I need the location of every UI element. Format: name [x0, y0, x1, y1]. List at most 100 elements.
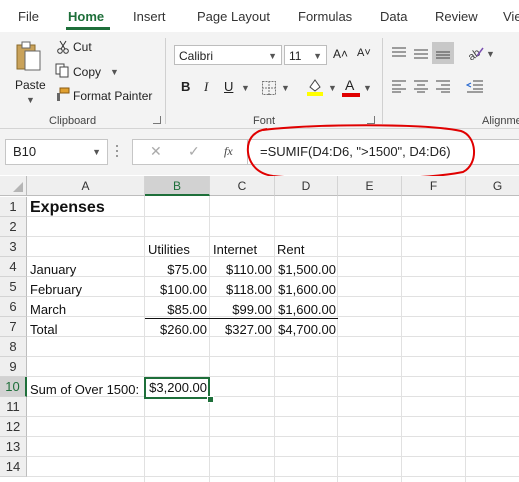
cell-d6[interactable]: $1,600.00	[275, 300, 336, 320]
tab-review[interactable]: Review	[435, 9, 478, 24]
bold-button[interactable]: B	[181, 79, 190, 94]
cell-c7[interactable]: $327.00	[210, 320, 272, 340]
cell-a6[interactable]: March	[30, 300, 66, 320]
clipboard-launcher-icon[interactable]	[153, 116, 161, 124]
paste-label: Paste	[15, 78, 46, 92]
gridline	[27, 316, 519, 317]
cell-b4[interactable]: $75.00	[145, 260, 207, 280]
tab-insert[interactable]: Insert	[133, 9, 166, 24]
align-right-icon[interactable]	[435, 79, 451, 93]
column-header-d[interactable]: D	[275, 176, 338, 196]
column-header-a[interactable]: A	[27, 176, 145, 196]
ribbon: Paste ▼ Cut Copy ▼ Format Painter Clipbo…	[0, 32, 519, 129]
row-header-14[interactable]: 14	[0, 457, 27, 477]
row-header-4[interactable]: 4	[0, 257, 27, 277]
paste-button[interactable]: Paste ▼	[12, 38, 48, 105]
tab-view[interactable]: Vie	[503, 9, 519, 24]
tab-formulas[interactable]: Formulas	[298, 9, 352, 24]
format-painter-icon	[57, 87, 70, 101]
orientation-dropdown-icon[interactable]: ▼	[486, 49, 495, 59]
gridline	[27, 376, 519, 377]
cell-c3[interactable]: Internet	[213, 240, 257, 260]
column-header-g[interactable]: G	[466, 176, 519, 196]
tab-file[interactable]: File	[18, 9, 39, 24]
row-header-2[interactable]: 2	[0, 217, 27, 237]
paste-icon	[16, 41, 41, 71]
cell-d7[interactable]: $4,700.00	[275, 320, 336, 340]
cell-a5[interactable]: February	[30, 280, 82, 300]
cell-c5[interactable]: $118.00	[210, 280, 272, 300]
row-header-1[interactable]: 1	[0, 197, 27, 217]
align-bottom-button[interactable]	[432, 42, 454, 64]
row-header-5[interactable]: 5	[0, 277, 27, 297]
cell-a1[interactable]: Expenses	[30, 198, 105, 218]
align-center-icon[interactable]	[413, 79, 429, 93]
underline-dropdown-icon[interactable]: ▼	[241, 83, 250, 93]
align-left-icon[interactable]	[391, 79, 407, 93]
fill-color-dropdown-icon[interactable]: ▼	[328, 83, 337, 93]
cell-a10[interactable]: Sum of Over 1500:	[30, 380, 139, 400]
format-painter-button[interactable]: Format Painter	[73, 89, 152, 103]
row-header-9[interactable]: 9	[0, 357, 27, 377]
align-middle-icon[interactable]	[413, 46, 429, 60]
tab-page-layout[interactable]: Page Layout	[197, 9, 270, 24]
copy-button[interactable]: Copy	[73, 65, 101, 79]
fill-handle[interactable]	[207, 396, 214, 403]
gridline	[465, 196, 466, 482]
column-header-c[interactable]: C	[210, 176, 275, 196]
insert-function-button[interactable]: fx	[224, 144, 233, 159]
group-divider	[382, 38, 383, 124]
chevron-down-icon: ▼	[92, 147, 101, 157]
borders-icon[interactable]	[261, 80, 277, 96]
cell-b7[interactable]: $260.00	[145, 320, 207, 340]
increase-font-size-button[interactable]: A˄	[333, 47, 348, 61]
enter-icon[interactable]: ✓	[188, 143, 200, 160]
cell-b6[interactable]: $85.00	[145, 300, 207, 320]
name-box[interactable]: B10 ▼	[5, 139, 108, 165]
row-header-8[interactable]: 8	[0, 337, 27, 357]
cell-c4[interactable]: $110.00	[210, 260, 272, 280]
cell-d4[interactable]: $1,500.00	[275, 260, 336, 280]
cell-b5[interactable]: $100.00	[145, 280, 207, 300]
copy-dropdown-icon[interactable]: ▼	[110, 67, 119, 77]
gridline	[27, 476, 519, 477]
row-header-13[interactable]: 13	[0, 437, 27, 457]
gridline	[337, 196, 338, 482]
fill-color-icon[interactable]	[306, 77, 324, 97]
column-header-f[interactable]: F	[402, 176, 466, 196]
cell-a7[interactable]: Total	[30, 320, 57, 340]
row-header-3[interactable]: 3	[0, 237, 27, 257]
active-cell-b10[interactable]: $3,200.00	[144, 377, 210, 399]
row-header-12[interactable]: 12	[0, 417, 27, 437]
column-header-e[interactable]: E	[338, 176, 402, 196]
gridline	[27, 256, 519, 257]
align-top-icon[interactable]	[391, 46, 407, 60]
italic-button[interactable]: I	[204, 79, 208, 95]
font-size-select[interactable]: 11 ▼	[284, 45, 327, 65]
underline-button[interactable]: U	[224, 79, 233, 94]
cell-a4[interactable]: January	[30, 260, 76, 280]
orientation-icon[interactable]: ab	[466, 44, 484, 60]
cell-b3[interactable]: Utilities	[148, 240, 190, 260]
column-header-b[interactable]: B	[145, 176, 210, 196]
cut-button[interactable]: Cut	[73, 40, 92, 54]
cell-d3[interactable]: Rent	[277, 240, 304, 260]
cell-c6[interactable]: $99.00	[210, 300, 272, 320]
tab-home[interactable]: Home	[68, 9, 104, 24]
row-header-6[interactable]: 6	[0, 297, 27, 317]
formula-bar-grip[interactable]	[116, 145, 118, 159]
font-color-dropdown-icon[interactable]: ▼	[363, 83, 372, 93]
decrease-indent-icon[interactable]	[466, 79, 484, 93]
chevron-down-icon: ▼	[268, 51, 277, 61]
tab-data[interactable]: Data	[380, 9, 407, 24]
row-header-10[interactable]: 10	[0, 377, 27, 397]
cell-d5[interactable]: $1,600.00	[275, 280, 336, 300]
font-name-select[interactable]: Calibri ▼	[174, 45, 282, 65]
font-color-button[interactable]: A	[342, 76, 360, 98]
cancel-icon[interactable]: ✕	[150, 143, 162, 160]
decrease-font-size-button[interactable]: A˅	[357, 47, 371, 59]
row-header-7[interactable]: 7	[0, 317, 27, 337]
borders-dropdown-icon[interactable]: ▼	[281, 83, 290, 93]
row-header-11[interactable]: 11	[0, 397, 27, 417]
select-all-corner[interactable]	[0, 176, 27, 196]
